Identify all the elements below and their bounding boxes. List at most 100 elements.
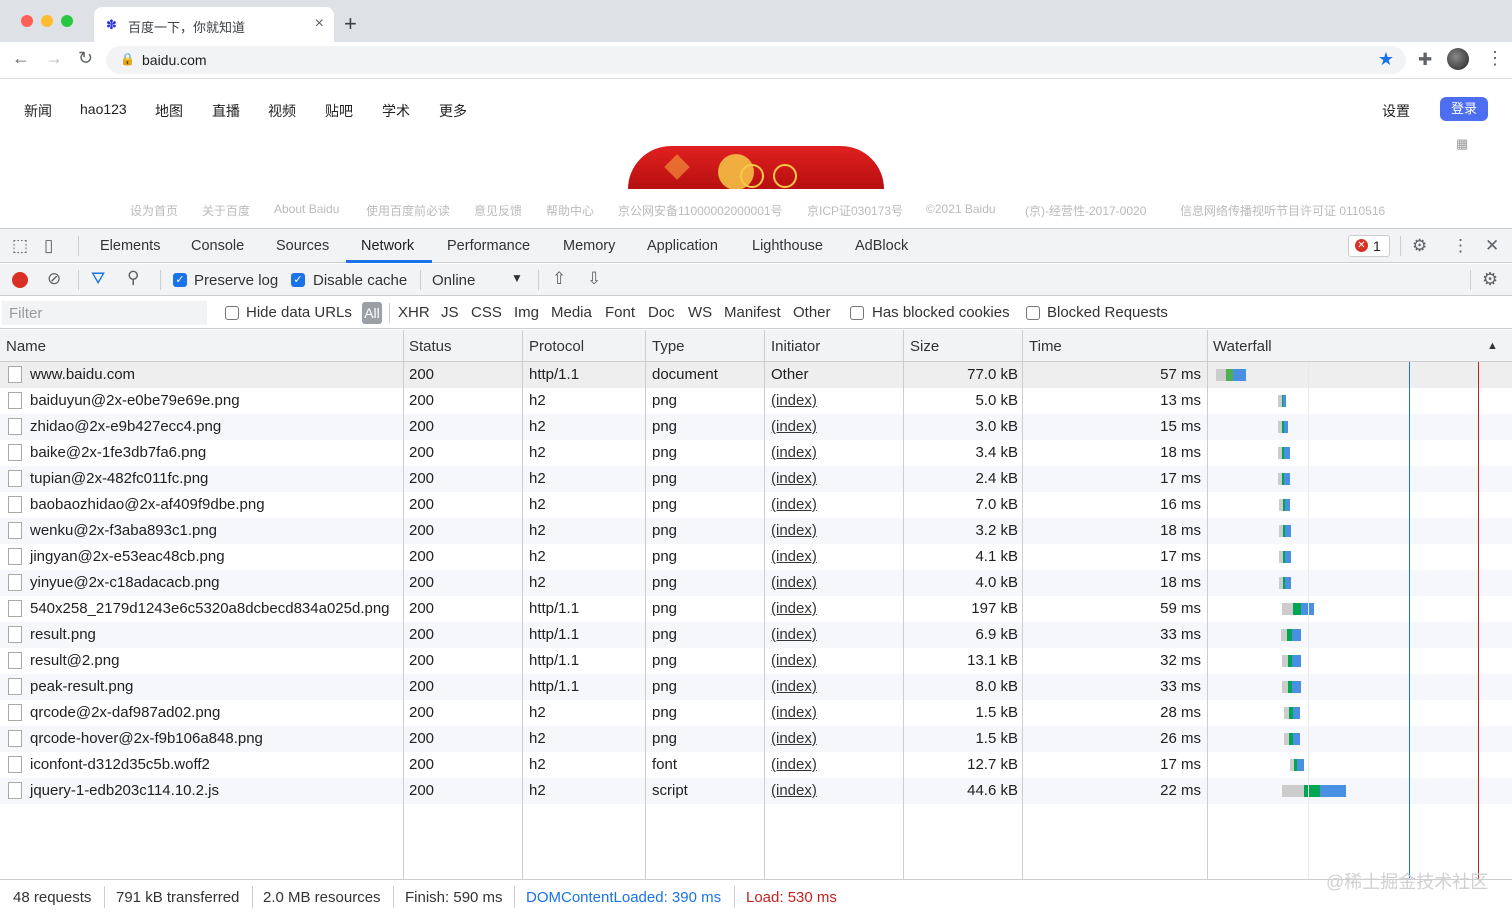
- import-har-icon[interactable]: ⇧: [552, 269, 566, 289]
- col-initiator[interactable]: Initiator: [771, 338, 820, 355]
- settings-link[interactable]: 设置: [1382, 101, 1410, 121]
- login-button[interactable]: 登录: [1440, 97, 1488, 121]
- tab-network[interactable]: Network: [361, 238, 414, 254]
- table-row[interactable]: result@2.png 200 http/1.1 png (index) 13.1 kB…: [0, 648, 1512, 674]
- initiator-cell[interactable]: (index): [771, 470, 817, 487]
- nav-academic[interactable]: 学术: [382, 101, 410, 121]
- nav-hao123[interactable]: hao123: [80, 101, 127, 117]
- minimize-window-button[interactable]: [41, 15, 53, 27]
- initiator-cell[interactable]: (index): [771, 444, 817, 461]
- tab-close-icon[interactable]: ×: [315, 15, 324, 33]
- filter-css[interactable]: CSS: [471, 304, 502, 321]
- footer-link[interactable]: 使用百度前必读: [366, 202, 450, 219]
- forward-arrow-icon[interactable]: →: [45, 48, 63, 69]
- initiator-cell[interactable]: (index): [771, 600, 817, 617]
- filter-js[interactable]: JS: [441, 304, 459, 321]
- initiator-cell[interactable]: (index): [771, 756, 817, 773]
- footer-link[interactable]: 京ICP证030173号: [807, 202, 903, 219]
- error-count-badge[interactable]: ✕ 1: [1348, 235, 1390, 257]
- close-window-button[interactable]: [21, 15, 33, 27]
- filter-manifest[interactable]: Manifest: [724, 304, 781, 321]
- tab-application[interactable]: Application: [647, 238, 718, 254]
- qrcode-icon[interactable]: ▦: [1456, 136, 1468, 152]
- has-blocked-cookies-label[interactable]: Has blocked cookies: [872, 304, 1010, 321]
- table-row[interactable]: jquery-1-edb203c114.10.2.js 200 h2 script (i…: [0, 778, 1512, 804]
- table-row[interactable]: tupian@2x-482fc011fc.png 200 h2 png (index) 2…: [0, 466, 1512, 492]
- filter-input[interactable]: Filter: [2, 301, 207, 325]
- col-protocol[interactable]: Protocol: [529, 338, 584, 355]
- table-row[interactable]: baike@2x-1fe3db7fa6.png 200 h2 png (index) 3.…: [0, 440, 1512, 466]
- initiator-cell[interactable]: (index): [771, 678, 817, 695]
- bookmark-star-icon[interactable]: ★: [1378, 49, 1394, 70]
- initiator-cell[interactable]: (index): [771, 652, 817, 669]
- table-row[interactable]: yinyue@2x-c18adacacb.png 200 h2 png (index) 4…: [0, 570, 1512, 596]
- initiator-cell[interactable]: (index): [771, 418, 817, 435]
- devtools-menu-icon[interactable]: ⋮: [1452, 236, 1469, 256]
- hide-data-urls-checkbox[interactable]: [225, 306, 239, 320]
- filter-funnel-icon[interactable]: ⛛: [91, 269, 105, 289]
- export-har-icon[interactable]: ⇩: [587, 269, 601, 289]
- reload-icon[interactable]: ↻: [78, 48, 93, 69]
- tab-console[interactable]: Console: [191, 238, 244, 254]
- initiator-cell[interactable]: (index): [771, 626, 817, 643]
- address-bar[interactable]: 🔒 baidu.com ★: [106, 46, 1406, 74]
- inspect-element-icon[interactable]: ⬚: [12, 236, 28, 256]
- table-row[interactable]: baobaozhidao@2x-af409f9dbe.png 200 h2 png (i…: [0, 492, 1512, 518]
- disable-cache-checkbox[interactable]: ✓: [291, 273, 305, 287]
- filter-all-button[interactable]: All: [362, 302, 382, 324]
- filter-ws[interactable]: WS: [688, 304, 712, 321]
- initiator-cell[interactable]: (index): [771, 496, 817, 513]
- sort-up-icon[interactable]: ▲: [1487, 340, 1498, 352]
- preserve-log-checkbox[interactable]: ✓: [173, 273, 187, 287]
- nav-map[interactable]: 地图: [155, 101, 183, 121]
- filter-doc[interactable]: Doc: [648, 304, 675, 321]
- footer-link[interactable]: 信息网络传播视听节目许可证 0110516: [1180, 202, 1385, 219]
- nav-tieba[interactable]: 贴吧: [325, 101, 353, 121]
- hide-data-urls-label[interactable]: Hide data URLs: [246, 304, 352, 321]
- col-name[interactable]: Name: [6, 338, 46, 355]
- tab-lighthouse[interactable]: Lighthouse: [752, 238, 823, 254]
- blocked-requests-checkbox[interactable]: [1026, 306, 1040, 320]
- filter-xhr[interactable]: XHR: [398, 304, 430, 321]
- initiator-cell[interactable]: (index): [771, 548, 817, 565]
- tab-memory[interactable]: Memory: [563, 238, 615, 254]
- device-toolbar-icon[interactable]: ▯: [44, 236, 53, 256]
- nav-news[interactable]: 新闻: [24, 101, 52, 121]
- footer-link[interactable]: 帮助中心: [546, 202, 594, 219]
- filter-img[interactable]: Img: [514, 304, 539, 321]
- table-row[interactable]: zhidao@2x-e9b427ecc4.png 200 h2 png (index) 3…: [0, 414, 1512, 440]
- table-row[interactable]: 540x258_2179d1243e6c5320a8dcbecd834a025d…: [0, 596, 1512, 622]
- lock-icon[interactable]: 🔒: [120, 52, 135, 66]
- browser-tab[interactable]: ✽ 百度一下，你就知道 ×: [94, 7, 334, 42]
- tab-sources[interactable]: Sources: [276, 238, 329, 254]
- table-row[interactable]: baiduyun@2x-e0be79e69e.png 200 h2 png (index…: [0, 388, 1512, 414]
- nav-video[interactable]: 视频: [268, 101, 296, 121]
- footer-link[interactable]: 京公网安备11000002000001号: [618, 202, 783, 219]
- col-size[interactable]: Size: [910, 338, 939, 355]
- extensions-puzzle-icon[interactable]: ✚: [1418, 50, 1432, 70]
- network-settings-gear-icon[interactable]: ⚙: [1482, 269, 1498, 290]
- settings-gear-icon[interactable]: ⚙: [1412, 236, 1427, 256]
- col-type[interactable]: Type: [652, 338, 685, 355]
- throttle-select[interactable]: Online: [432, 272, 475, 289]
- col-time[interactable]: Time: [1029, 338, 1062, 355]
- initiator-cell[interactable]: (index): [771, 522, 817, 539]
- nav-live[interactable]: 直播: [212, 101, 240, 121]
- initiator-cell[interactable]: (index): [771, 574, 817, 591]
- browser-menu-icon[interactable]: ⋮: [1486, 48, 1504, 69]
- chevron-down-icon[interactable]: ▼: [511, 271, 523, 285]
- table-row[interactable]: result.png 200 http/1.1 png (index) 6.9 kB 33 …: [0, 622, 1512, 648]
- clear-icon[interactable]: ⊘: [47, 269, 61, 289]
- filter-media[interactable]: Media: [551, 304, 592, 321]
- has-blocked-cookies-checkbox[interactable]: [850, 306, 864, 320]
- col-status[interactable]: Status: [409, 338, 452, 355]
- preserve-log-label[interactable]: Preserve log: [194, 272, 278, 289]
- disable-cache-label[interactable]: Disable cache: [313, 272, 407, 289]
- table-row[interactable]: www.baidu.com 200 http/1.1 document Other 77.…: [0, 362, 1512, 388]
- footer-link[interactable]: (京)-经营性-2017-0020: [1025, 202, 1146, 219]
- table-row[interactable]: jingyan@2x-e53eac48cb.png 200 h2 png (index)…: [0, 544, 1512, 570]
- url-text[interactable]: baidu.com: [142, 52, 207, 68]
- blocked-requests-label[interactable]: Blocked Requests: [1047, 304, 1168, 321]
- table-row[interactable]: peak-result.png 200 http/1.1 png (index) 8.0 …: [0, 674, 1512, 700]
- footer-link[interactable]: About Baidu: [274, 202, 339, 216]
